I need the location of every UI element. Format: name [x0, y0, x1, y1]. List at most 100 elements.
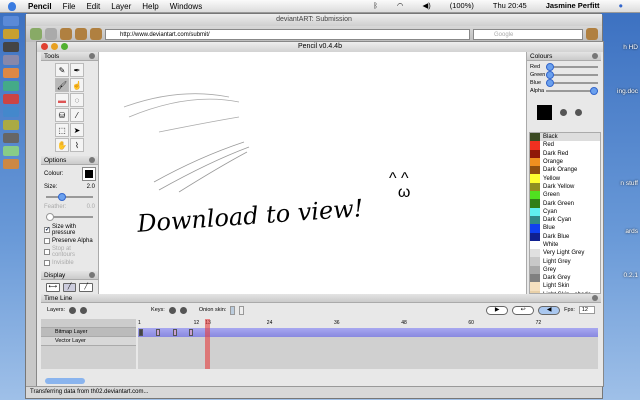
keyframe[interactable] [139, 329, 143, 336]
back-button[interactable] [30, 28, 42, 40]
extension-icon[interactable] [586, 28, 598, 40]
remove-key-button[interactable] [179, 306, 187, 314]
pencil-icon[interactable]: ✎ [55, 63, 69, 77]
desktop-item[interactable]: ards [625, 228, 638, 235]
pointer-icon[interactable]: ➤ [70, 123, 84, 137]
volume-icon[interactable]: ◀) [422, 1, 430, 10]
size-slider[interactable] [46, 193, 93, 201]
colour-item[interactable]: Dark Grey [530, 274, 600, 283]
hand-icon[interactable]: ✋ [55, 138, 69, 152]
menu-edit[interactable]: Edit [86, 2, 100, 11]
colour-item[interactable]: Green [530, 191, 600, 200]
dock-app-icon[interactable] [3, 107, 19, 117]
dock-app-icon[interactable] [3, 81, 19, 91]
keyframe[interactable] [155, 329, 160, 336]
colour-item[interactable]: Dark Blue [530, 232, 600, 241]
eraser-icon[interactable]: ▬ [55, 93, 69, 107]
remove-layer-button[interactable] [80, 306, 88, 314]
dock-app-icon[interactable] [3, 120, 19, 130]
add-layer-button[interactable] [69, 306, 77, 314]
eyedropper-icon[interactable]: ⁄ [70, 108, 84, 122]
colour-item[interactable]: Grey [530, 265, 600, 275]
spotlight-icon[interactable]: ● [618, 1, 623, 10]
alpha-slider[interactable] [546, 87, 598, 95]
add-colour-button[interactable] [560, 109, 567, 116]
clock[interactable]: Thu 20:45 [493, 1, 527, 10]
desktop-item[interactable]: h HD [623, 44, 638, 51]
forward-button[interactable] [45, 28, 57, 40]
colour-item[interactable]: Light Grey [530, 257, 600, 266]
onion-next-icon[interactable] [239, 305, 245, 315]
home-button[interactable] [90, 28, 102, 40]
colour-item[interactable]: Dark Orange [530, 166, 600, 175]
colour-item[interactable]: Yellow [530, 174, 600, 183]
colour-item[interactable]: Cyan [530, 207, 600, 216]
colour-item[interactable]: Orange [530, 157, 600, 167]
close-button[interactable] [41, 43, 48, 50]
dock-app-icon[interactable] [3, 68, 19, 78]
play-button[interactable]: ▶ [486, 305, 509, 315]
battery-status[interactable]: (100%) [450, 1, 474, 10]
select-rect-icon[interactable]: ⬚ [55, 123, 69, 137]
thin-lines-icon[interactable]: ╱ [79, 283, 94, 292]
colour-item[interactable]: Dark Cyan [530, 215, 600, 225]
panel-float-icon[interactable] [89, 53, 95, 59]
preserve-alpha-checkbox[interactable]: Preserve Alpha [44, 238, 95, 244]
timeline-track[interactable]: 112132436486072 [138, 319, 598, 369]
url-input[interactable]: http://www.deviantart.com/submit/ [105, 28, 470, 40]
dock-app-icon[interactable] [3, 94, 19, 104]
desktop-item[interactable]: n stuff [620, 180, 638, 187]
colour-item[interactable]: Dark Red [530, 149, 600, 158]
dock-app-icon[interactable] [3, 146, 19, 156]
pen-icon[interactable]: ✒ [70, 63, 84, 77]
flip-horizontal-icon[interactable]: ⟷ [46, 283, 60, 292]
invisible-checkbox[interactable]: Invisible [44, 260, 95, 266]
stop-button[interactable] [75, 28, 87, 40]
colour-item[interactable]: Red [530, 141, 600, 150]
keyframe[interactable] [189, 329, 194, 336]
menu-windows[interactable]: Windows [170, 2, 202, 11]
colour-swatch[interactable] [82, 167, 96, 181]
dock-app-icon[interactable] [3, 159, 19, 169]
colour-item[interactable]: Dark Green [530, 199, 600, 208]
dock-app-icon[interactable] [3, 29, 19, 39]
loop-button[interactable]: ↩ [512, 305, 535, 315]
panel-float-icon[interactable] [89, 157, 95, 163]
menu-help[interactable]: Help [142, 2, 158, 11]
colour-item[interactable]: Light Skin [530, 282, 600, 291]
outline-icon[interactable]: ╱ [62, 283, 77, 292]
dock-app-icon[interactable] [3, 133, 19, 143]
remove-colour-button[interactable] [575, 109, 582, 116]
polyline-icon[interactable]: ⌇ [70, 138, 84, 152]
apple-menu-icon[interactable] [8, 1, 16, 11]
zoom-button[interactable] [61, 43, 68, 50]
sound-button[interactable]: ◀ [538, 305, 561, 315]
keyframe[interactable] [172, 329, 177, 336]
onion-prev-icon[interactable] [230, 305, 236, 315]
stop-at-contours-checkbox[interactable]: Stop at contours [44, 246, 95, 258]
select-lasso-icon[interactable]: ◌ [70, 93, 84, 107]
colour-item[interactable]: White [530, 240, 600, 250]
colour-item[interactable]: Blue [530, 224, 600, 233]
layer-vector[interactable]: Vector Layer [41, 337, 136, 346]
colour-item[interactable]: Dark Yellow [530, 182, 600, 192]
brush-icon[interactable]: 🖌 [55, 78, 69, 92]
colour-list[interactable]: Black Red Dark Red Orange Dark Orange Yellow D… [529, 132, 601, 294]
colour-item[interactable]: Very Light Grey [530, 249, 600, 258]
user-name[interactable]: Jasmine Perfitt [546, 1, 600, 10]
layer-bitmap[interactable]: Bitmap Layer [41, 328, 136, 337]
minimize-button[interactable] [51, 43, 58, 50]
bucket-icon[interactable]: ⛁ [55, 108, 69, 122]
menu-app[interactable]: Pencil [28, 2, 52, 11]
add-key-button[interactable] [168, 306, 176, 314]
colour-item[interactable]: Black [530, 133, 600, 142]
playhead[interactable] [205, 319, 211, 369]
panel-float-icon[interactable] [592, 295, 598, 301]
panel-close-icon[interactable] [592, 53, 598, 59]
bluetooth-icon[interactable]: ᛒ [373, 1, 378, 10]
red-slider[interactable] [546, 63, 598, 71]
menu-file[interactable]: File [63, 2, 76, 11]
reload-button[interactable] [60, 28, 72, 40]
desktop-item[interactable]: 0.2.1 [624, 272, 638, 279]
wifi-icon[interactable]: ◠ [397, 1, 404, 10]
